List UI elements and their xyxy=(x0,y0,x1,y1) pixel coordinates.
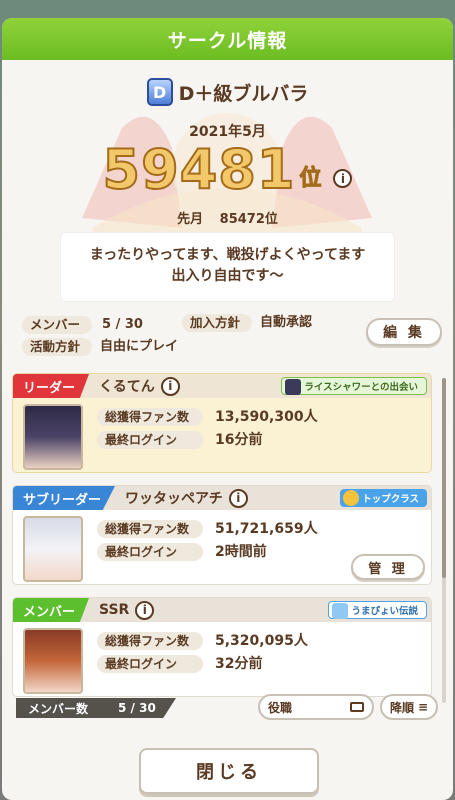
role-badge: メンバー xyxy=(13,598,90,622)
role-badge: サブリーダー xyxy=(13,486,116,510)
title-text: うまぴょい伝説 xyxy=(351,606,418,617)
last-login-value: 32分前 xyxy=(215,656,263,672)
sort-order-label: 降順 xyxy=(390,700,415,715)
circle-rank-badge: D xyxy=(146,78,173,106)
ranking-unit: 位 xyxy=(299,166,322,192)
avatar xyxy=(23,628,83,694)
close-button[interactable]: 閉じる xyxy=(139,748,319,794)
title-badge: ライスシャワーとの出会い xyxy=(281,377,427,395)
member-count-bar: メンバー数 5 / 30 xyxy=(16,698,176,718)
info-icon[interactable]: i xyxy=(228,488,248,508)
avatar xyxy=(23,404,83,470)
last-login-label: 最終ログイン xyxy=(97,655,203,673)
member-card-member[interactable]: メンバー SSR i うまぴょい伝説 総獲得ファン数 5,320,095人 最終… xyxy=(12,597,432,697)
sort-order-button[interactable]: 降順 ≡ xyxy=(380,694,438,720)
circle-description: まったりやってます、戦投げよくやってます 出入り自由です～ xyxy=(60,232,395,302)
role-badge: リーダー xyxy=(13,374,90,398)
avatar xyxy=(23,516,83,582)
ranking-number: 59481 xyxy=(102,138,296,201)
last-login-label: 最終ログイン xyxy=(97,543,203,561)
dialog-title: サークル情報 xyxy=(2,18,453,60)
info-icon[interactable]: i xyxy=(160,376,180,396)
info-icon[interactable]: i xyxy=(135,600,155,620)
activity-policy-label: 活動方針 xyxy=(22,338,92,356)
activity-policy-value: 自由にプレイ xyxy=(100,339,179,354)
fans-value: 13,590,300人 xyxy=(215,409,318,425)
fans-label: 総獲得ファン数 xyxy=(97,408,203,426)
scrollbar-thumb[interactable] xyxy=(442,378,446,578)
previous-rank-label: 先月 xyxy=(177,212,204,227)
sort-key-label: 役職 xyxy=(268,700,293,715)
title-text: ライスシャワーとの出会い xyxy=(304,382,418,393)
previous-rank: 先月 85472位 xyxy=(2,208,453,227)
medal-icon xyxy=(343,490,360,506)
fans-label: 総獲得ファン数 xyxy=(97,632,203,650)
manage-button[interactable]: 管 理 xyxy=(351,554,425,580)
members-label: メンバー xyxy=(22,316,92,334)
join-policy-label: 加入方針 xyxy=(182,314,252,332)
fans-label: 総獲得ファン数 xyxy=(97,520,203,538)
filter-icon xyxy=(350,702,364,712)
last-login-value: 2時間前 xyxy=(215,544,267,560)
member-name: ワッタッペアチ xyxy=(125,491,223,507)
title-text: トップクラス xyxy=(362,494,419,505)
circle-name-row: D D＋級ブルバラ xyxy=(2,78,453,106)
join-policy-value: 自動承認 xyxy=(260,315,313,330)
circle-name: D＋級ブルバラ xyxy=(178,82,309,105)
fans-value: 5,320,095人 xyxy=(215,633,308,649)
last-login-label: 最終ログイン xyxy=(97,431,203,449)
member-card-leader[interactable]: リーダー くるてん i ライスシャワーとの出会い 総獲得ファン数 13,590,… xyxy=(12,373,432,473)
info-icon[interactable]: i xyxy=(333,169,353,188)
title-badge: うまぴょい伝説 xyxy=(328,601,427,619)
member-name: SSR xyxy=(99,602,130,618)
member-list[interactable]: リーダー くるてん i ライスシャワーとの出会い 総獲得ファン数 13,590,… xyxy=(12,373,432,708)
character-icon xyxy=(285,379,302,395)
previous-rank-value: 85472位 xyxy=(219,212,278,227)
member-name: くるてん xyxy=(99,379,155,395)
circle-info-dialog: サークル情報 D D＋級ブルバラ 2021年5月 59481 位 i 先月 85… xyxy=(2,18,453,800)
member-count-label: メンバー数 xyxy=(28,701,89,716)
fans-value: 51,721,659人 xyxy=(215,521,318,537)
members-value: 5 / 30 xyxy=(102,317,143,332)
description-line-2: 出入り自由です～ xyxy=(171,268,284,284)
edit-button[interactable]: 編 集 xyxy=(366,318,442,346)
sort-icon: ≡ xyxy=(417,700,428,714)
member-count-value: 5 / 30 xyxy=(118,701,156,715)
song-icon xyxy=(332,603,349,619)
description-line-1: まったりやってます、戦投げよくやってます xyxy=(89,247,366,263)
member-card-subleader[interactable]: サブリーダー ワッタッペアチ i トップクラス 総獲得ファン数 51,721,6… xyxy=(12,485,432,585)
title-badge: トップクラス xyxy=(340,489,427,507)
last-login-value: 16分前 xyxy=(215,432,263,448)
sort-key-button[interactable]: 役職 xyxy=(258,694,374,720)
ranking-row: 59481 位 i xyxy=(2,138,453,201)
